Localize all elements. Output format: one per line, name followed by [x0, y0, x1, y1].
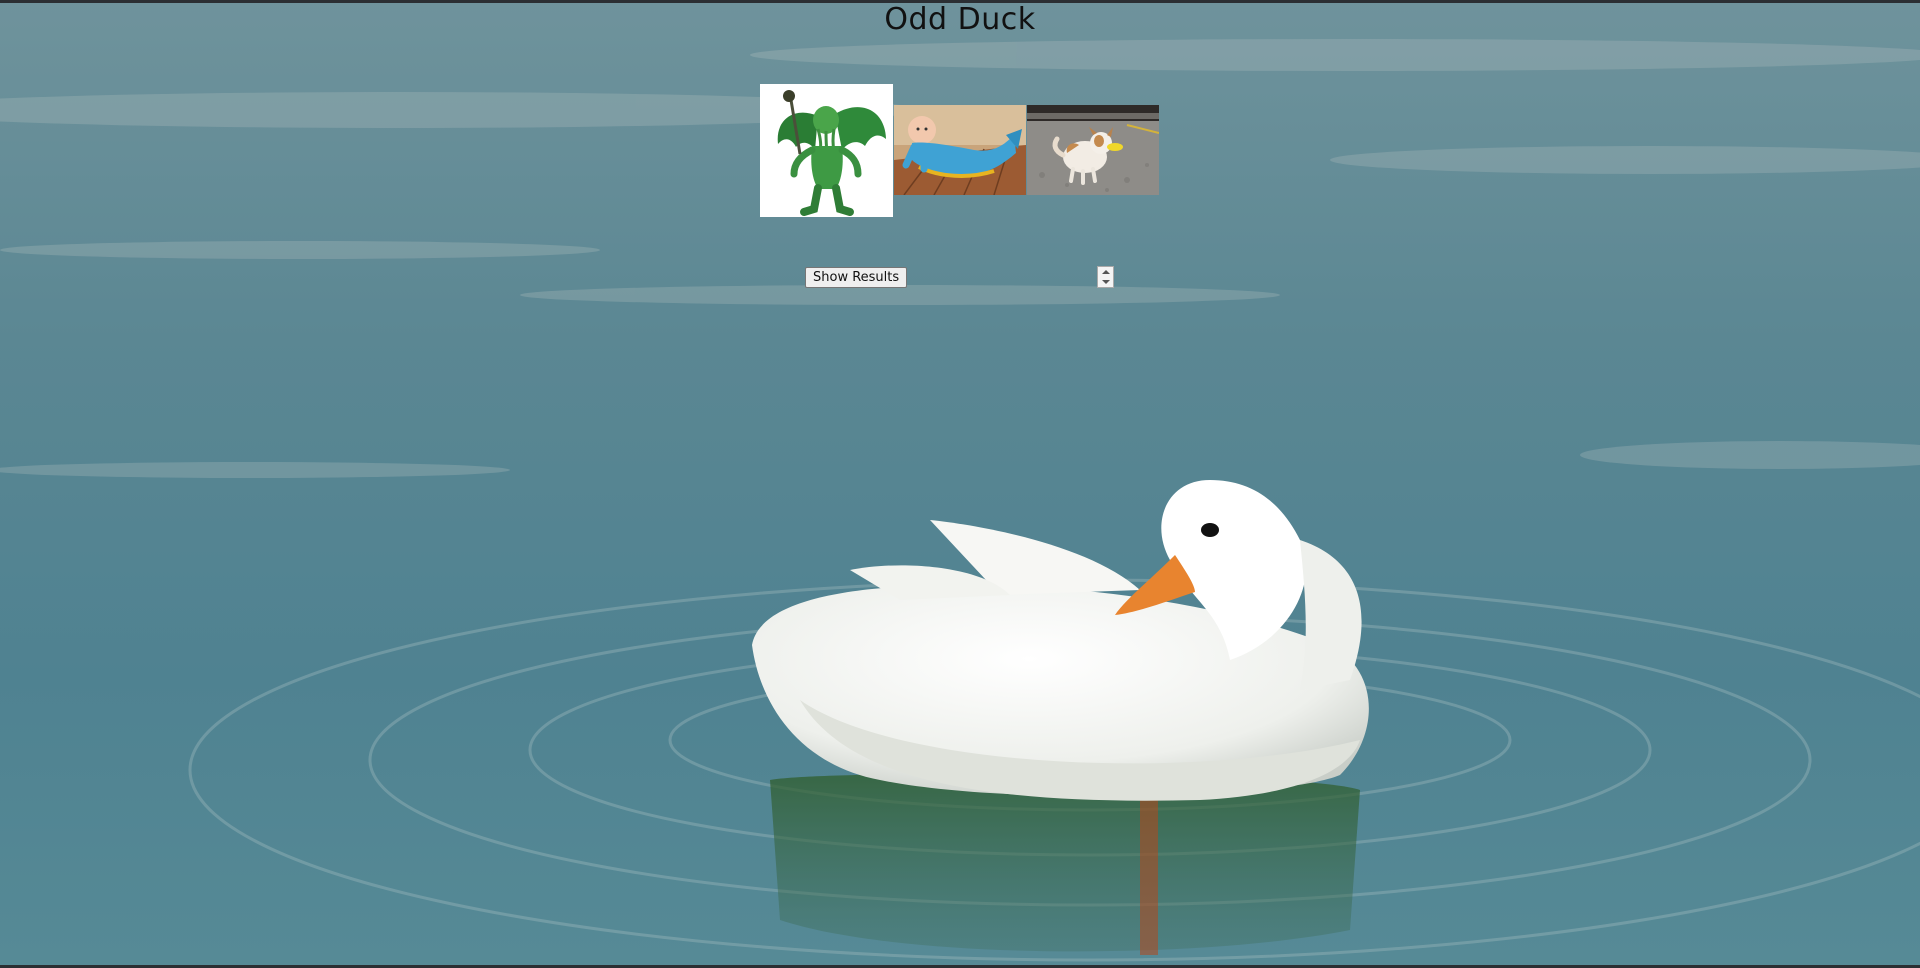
dog-duck-icon: [1027, 105, 1159, 195]
product-image-cthulhu[interactable]: [760, 84, 893, 217]
cthulhu-figure-icon: [760, 84, 893, 217]
product-image-baby[interactable]: [894, 105, 1026, 195]
page-title: Odd Duck: [884, 2, 1036, 37]
show-results-button[interactable]: Show Results: [805, 267, 908, 288]
product-image-dog-duck[interactable]: [1027, 105, 1159, 195]
stepper-down-icon[interactable]: [1102, 280, 1110, 284]
stepper-control[interactable]: [1097, 266, 1114, 288]
baby-mermaid-icon: [894, 105, 1026, 195]
stepper-up-icon[interactable]: [1102, 270, 1110, 274]
